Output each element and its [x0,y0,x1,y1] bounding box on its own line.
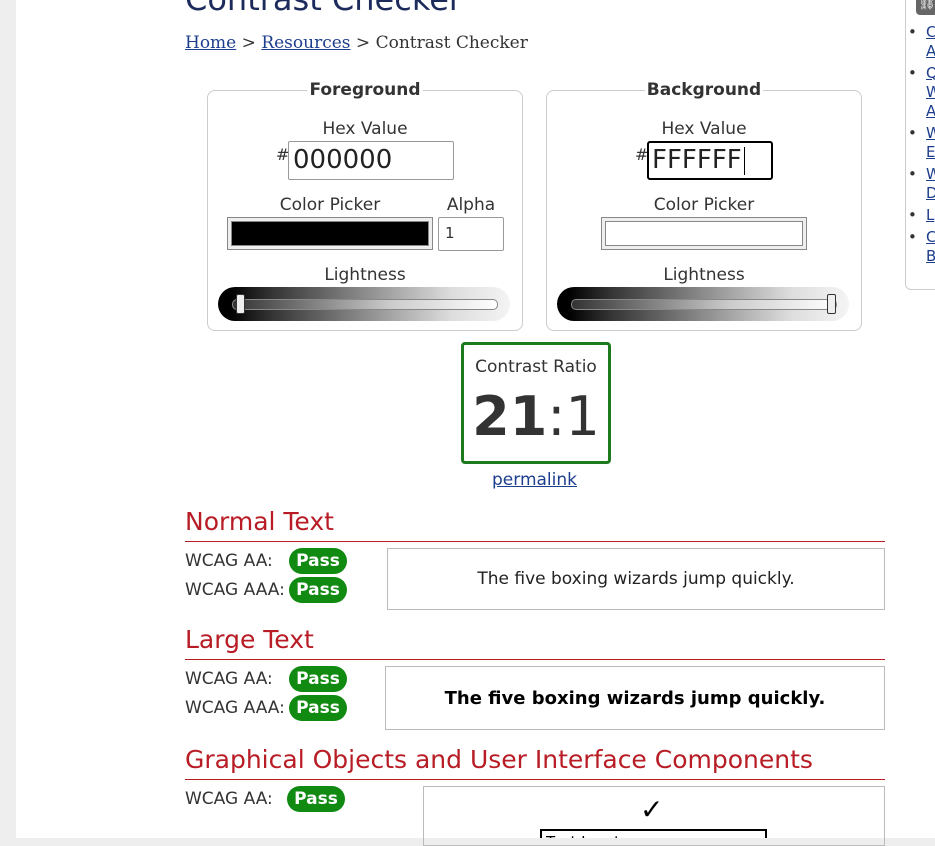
breadcrumb-separator: > [241,33,256,53]
graphical-objects-heading: Graphical Objects and User Interface Com… [185,745,813,774]
normal-text-sample: The five boxing wizards jump quickly. [387,548,885,610]
slider-thumb[interactable] [827,294,836,314]
normal-text-heading: Normal Text [185,507,334,536]
large-text-sample: The five boxing wizards jump quickly. [385,666,885,730]
related-item-line: Q [926,64,935,83]
background-lightness-slider[interactable] [557,287,849,321]
breadcrumb: Home > Resources > Contrast Checker [185,33,528,53]
main-content: Contrast Checker Home > Resources > Cont… [16,0,935,846]
breadcrumb-resources-link[interactable]: Resources [261,33,350,53]
related-item[interactable]: QWA [906,64,935,121]
slider-track [571,299,837,310]
background-hex-label: Hex Value [661,119,747,139]
large-aaa-label: WCAG AAA: [185,698,285,718]
related-sidebar: ⛓ CA QWA WE WD L CB [905,0,935,290]
foreground-alpha-input[interactable]: 1 [438,217,504,251]
normal-aa-label: WCAG AA: [185,551,273,571]
foreground-color-swatch [231,221,429,246]
section-divider [185,659,885,660]
contrast-ratio-value: 21:1 [464,385,608,448]
large-aa-label: WCAG AA: [185,669,273,689]
foreground-color-picker[interactable] [227,217,433,250]
breadcrumb-separator: > [355,33,371,53]
contrast-ratio-separator: : [547,385,566,448]
related-item-line: E [926,143,935,161]
foreground-hex-input[interactable]: 000000 [288,141,454,180]
breadcrumb-current: Contrast Checker [375,33,528,53]
foreground-legend: Foreground [309,80,421,100]
related-item-line: C [926,228,935,247]
related-item[interactable]: L [906,206,935,225]
slider-thumb[interactable] [236,294,245,314]
graphical-aa-pass-badge: Pass [287,786,345,812]
check-mark-icon: ✓ [640,793,664,826]
section-divider [185,541,885,542]
foreground-lightness-label: Lightness [324,265,406,285]
related-item[interactable]: WD [906,165,935,203]
related-item-line: A [926,102,935,121]
normal-aaa-pass-badge: Pass [289,577,347,603]
large-text-heading: Large Text [185,625,314,654]
normal-aa-pass-badge: Pass [289,548,347,574]
background-color-picker-label: Color Picker [653,195,755,215]
foreground-hex-label: Hex Value [322,119,408,139]
contrast-ratio-right: 1 [565,385,600,448]
background-legend: Background [646,80,762,100]
related-item-line: W [926,124,935,143]
contrast-ratio-label: Contrast Ratio [475,357,597,377]
page-title: Contrast Checker [185,0,462,18]
related-item[interactable]: CA [906,23,935,61]
related-item-line: L [926,206,935,224]
related-item-line: W [926,165,935,184]
background-color-swatch [605,221,803,246]
related-item-line: C [926,23,935,42]
text-caret [743,146,745,175]
related-item-line: W [926,83,935,102]
breadcrumb-home-link[interactable]: Home [185,33,236,53]
related-item[interactable]: CB [906,228,935,266]
background-hex-value: FFFFFF [652,145,742,175]
contrast-ratio-box: Contrast Ratio 21:1 [461,342,611,464]
background-color-picker[interactable] [601,217,807,250]
foreground-alpha-label: Alpha [446,195,496,215]
related-item-line: D [926,184,935,203]
related-item-line: B [926,247,935,266]
sample-text-input: Text Input [540,829,767,838]
background-lightness-label: Lightness [663,265,745,285]
section-divider [185,779,885,780]
contrast-ratio-left: 21 [472,385,548,448]
related-item[interactable]: WE [906,124,935,162]
large-aa-pass-badge: Pass [289,666,347,692]
foreground-lightness-slider[interactable] [218,287,510,321]
foreground-color-picker-label: Color Picker [279,195,381,215]
related-item-line: A [926,42,935,61]
graphical-aa-label: WCAG AA: [185,789,273,809]
large-aaa-pass-badge: Pass [289,695,347,721]
normal-aaa-label: WCAG AAA: [185,580,285,600]
permalink-link[interactable]: permalink [492,470,577,490]
related-list: CA QWA WE WD L CB [906,23,935,269]
background-hex-input[interactable]: FFFFFF [647,141,773,180]
link-icon: ⛓ [916,0,935,15]
slider-track [232,299,498,310]
